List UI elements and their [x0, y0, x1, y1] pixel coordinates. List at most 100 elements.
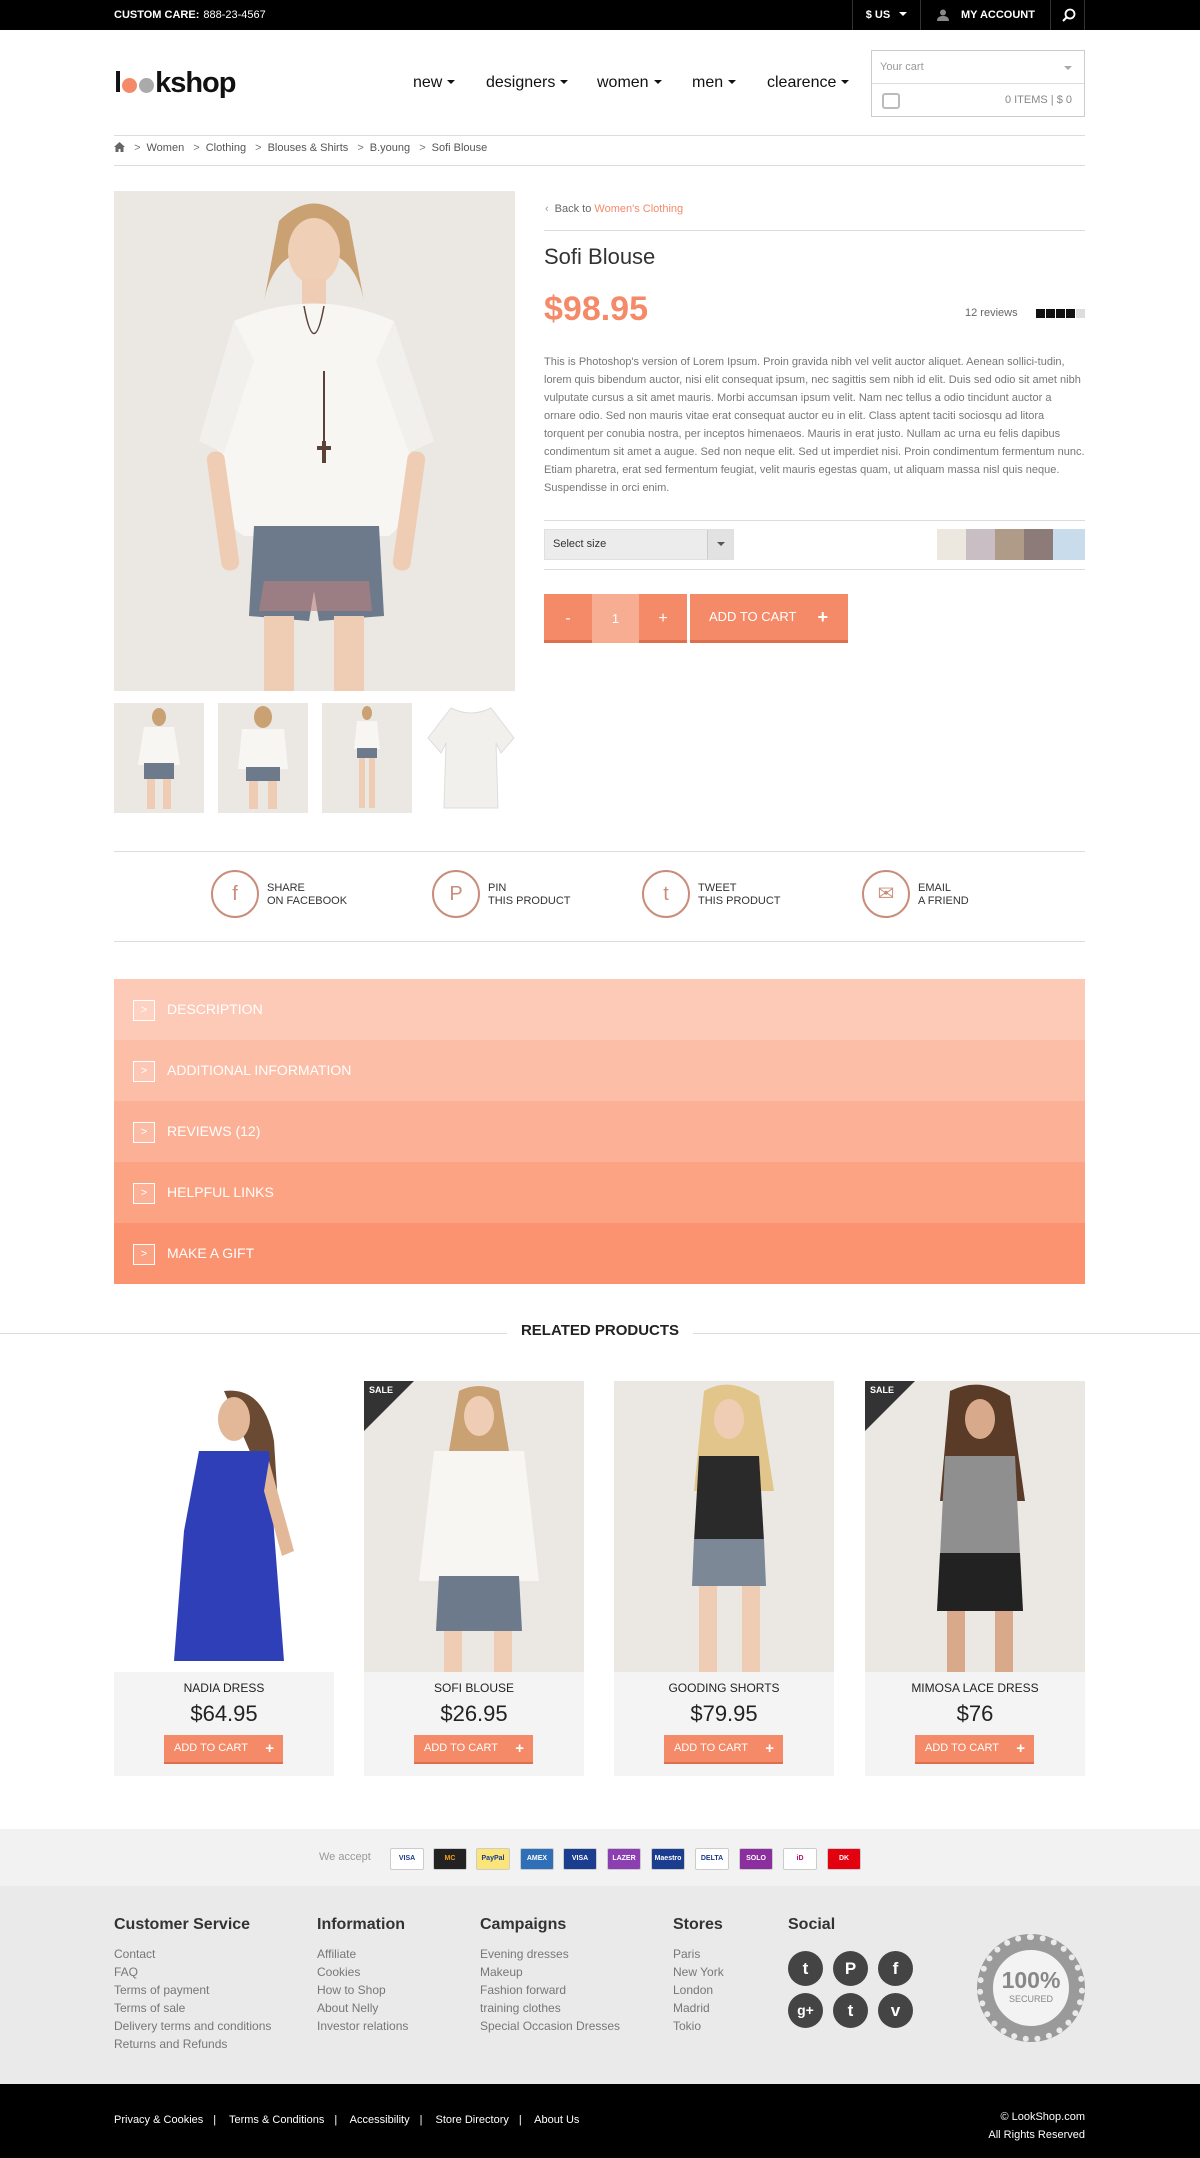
- back-link[interactable]: ‹ Back to Women's Clothing: [545, 203, 683, 215]
- footer-link[interactable]: Investor relations: [317, 2017, 408, 2035]
- facebook-icon[interactable]: f: [878, 1951, 913, 1986]
- care-phone[interactable]: 888-23-4567: [203, 9, 265, 21]
- nav-men[interactable]: men: [692, 74, 736, 92]
- accordion-additional-info[interactable]: > ADDITIONAL INFORMATION: [114, 1040, 1085, 1101]
- related-product-name[interactable]: SOFI BLOUSE: [364, 1681, 584, 1695]
- related-title: RELATED PRODUCTS: [0, 1322, 1200, 1339]
- color-swatch[interactable]: [966, 529, 995, 560]
- accordion-helpful-links[interactable]: > HELPFUL LINKS: [114, 1162, 1085, 1223]
- breadcrumb-item[interactable]: Blouses & Shirts: [268, 142, 349, 154]
- product-description: This is Photoshop's version of Lorem Ips…: [544, 356, 1085, 494]
- related-add-to-cart-button[interactable]: ADD TO CART +: [915, 1735, 1034, 1764]
- footer-link[interactable]: Contact: [114, 1945, 271, 1963]
- product-thumbnail[interactable]: [114, 703, 204, 813]
- twitter-icon[interactable]: t: [788, 1951, 823, 1986]
- add-to-cart-button[interactable]: ADD TO CART +: [690, 594, 848, 643]
- footer-column-social: Social: [788, 1916, 835, 1945]
- footer-link[interactable]: Madrid: [673, 1999, 724, 2017]
- rights-text: All Rights Reserved: [988, 2129, 1085, 2141]
- product-thumbnail[interactable]: [322, 703, 412, 813]
- back-category-link[interactable]: Women's Clothing: [594, 203, 683, 215]
- related-product-image[interactable]: [614, 1381, 834, 1672]
- search-button[interactable]: [1050, 0, 1085, 30]
- site-logo[interactable]: l kshop: [114, 67, 236, 100]
- related-product-image[interactable]: [114, 1381, 334, 1672]
- nav-women[interactable]: women: [597, 74, 662, 92]
- qty-increase-button[interactable]: +: [639, 594, 687, 643]
- bottom-link[interactable]: Terms & Conditions: [229, 2114, 324, 2126]
- my-account-link[interactable]: MY ACCOUNT: [920, 0, 1050, 30]
- qty-input[interactable]: 1: [592, 594, 639, 643]
- related-product-card[interactable]: SALE SOFI BLOUSE $26.95 ADD TO CART +: [364, 1381, 584, 1776]
- qty-decrease-button[interactable]: -: [544, 594, 592, 643]
- footer-link[interactable]: Evening dresses: [480, 1945, 620, 1963]
- footer-link[interactable]: Terms of payment: [114, 1981, 271, 1999]
- related-product-name[interactable]: GOODING SHORTS: [614, 1681, 834, 1695]
- breadcrumb-item[interactable]: Clothing: [206, 142, 246, 154]
- copyright: © LookShop.com All Rights Reserved: [988, 2108, 1085, 2144]
- footer-link[interactable]: Makeup: [480, 1963, 620, 1981]
- footer-link[interactable]: Delivery terms and conditions: [114, 2017, 271, 2035]
- reviews-link[interactable]: 12 reviews: [965, 307, 1018, 319]
- size-select[interactable]: Select size: [544, 529, 734, 560]
- vimeo-icon[interactable]: v: [878, 1993, 913, 2028]
- footer-link[interactable]: New York: [673, 1963, 724, 1981]
- user-icon: [937, 9, 949, 21]
- footer-link[interactable]: Fashion forward: [480, 1981, 620, 1999]
- breadcrumb-item[interactable]: B.young: [370, 142, 410, 154]
- bottom-link[interactable]: Store Directory: [436, 2114, 509, 2126]
- bottom-link[interactable]: Accessibility: [350, 2114, 410, 2126]
- color-swatch[interactable]: [1024, 529, 1053, 560]
- rating-segment: [1066, 309, 1075, 318]
- nav-clearence[interactable]: clearence: [767, 74, 849, 92]
- related-product-name[interactable]: MIMOSA LACE DRESS: [865, 1681, 1085, 1695]
- color-swatch[interactable]: [1053, 529, 1085, 560]
- color-swatch[interactable]: [937, 529, 966, 560]
- cart-widget[interactable]: Your cart 0 ITEMS | $ 0: [871, 50, 1085, 117]
- footer-link[interactable]: training clothes: [480, 1999, 620, 2017]
- tumblr-icon[interactable]: t: [833, 1993, 868, 2028]
- product-thumbnail[interactable]: [218, 703, 308, 813]
- accordion-label: HELPFUL LINKS: [167, 1184, 274, 1200]
- footer-link[interactable]: Special Occasion Dresses: [480, 2017, 620, 2035]
- footer-link[interactable]: About Nelly: [317, 1999, 408, 2017]
- footer-link[interactable]: Affiliate: [317, 1945, 408, 1963]
- product-main-image[interactable]: [114, 191, 515, 691]
- related-product-name[interactable]: NADIA DRESS: [114, 1681, 334, 1695]
- related-product-card[interactable]: SALE MIMOSA LACE DRESS $76 ADD TO CART +: [865, 1381, 1085, 1776]
- footer-link[interactable]: FAQ: [114, 1963, 271, 1981]
- footer-link[interactable]: London: [673, 1981, 724, 1999]
- nav-new[interactable]: new: [413, 74, 455, 92]
- pinterest-icon[interactable]: P: [833, 1951, 868, 1986]
- breadcrumb-item[interactable]: Women: [147, 142, 185, 154]
- related-product-card[interactable]: NADIA DRESS $64.95 ADD TO CART +: [114, 1381, 334, 1776]
- accordion-description[interactable]: > DESCRIPTION: [114, 979, 1085, 1040]
- footer-link[interactable]: Terms of sale: [114, 1999, 271, 2017]
- footer-link[interactable]: Paris: [673, 1945, 724, 1963]
- thumbnail-photo: [426, 703, 516, 813]
- accordion-reviews[interactable]: > REVIEWS (12): [114, 1101, 1085, 1162]
- chevron-right-icon: >: [133, 1000, 155, 1021]
- footer-link[interactable]: Returns and Refunds: [114, 2035, 271, 2053]
- footer-link[interactable]: How to Shop: [317, 1981, 408, 1999]
- color-swatch[interactable]: [995, 529, 1024, 560]
- bottom-link[interactable]: Privacy & Cookies: [114, 2114, 203, 2126]
- bottom-bar: Privacy & Cookies | Terms & Conditions | A…: [0, 2084, 1200, 2158]
- currency-selector[interactable]: $ US: [852, 0, 920, 30]
- home-icon[interactable]: [114, 142, 125, 152]
- google-plus-icon[interactable]: g+: [788, 1993, 823, 2028]
- related-product-card[interactable]: GOODING SHORTS $79.95 ADD TO CART +: [614, 1381, 834, 1776]
- related-product-price: $64.95: [190, 1701, 258, 1726]
- nav-designers[interactable]: designers: [486, 74, 568, 92]
- related-add-to-cart-button[interactable]: ADD TO CART +: [664, 1735, 783, 1764]
- payment-methods: We accept VISA MC PayPal AMEX VISA LAZER…: [0, 1829, 1200, 1886]
- bottom-link[interactable]: About Us: [534, 2114, 579, 2126]
- footer-link[interactable]: Cookies: [317, 1963, 408, 1981]
- chevron-right-icon: >: [133, 1244, 155, 1265]
- product-thumbnail[interactable]: [426, 703, 516, 813]
- accordion-make-gift[interactable]: > MAKE A GIFT: [114, 1223, 1085, 1284]
- cart-label[interactable]: Your cart: [872, 51, 1084, 84]
- related-add-to-cart-button[interactable]: ADD TO CART +: [164, 1735, 283, 1764]
- related-add-to-cart-button[interactable]: ADD TO CART +: [414, 1735, 533, 1764]
- footer-link[interactable]: Tokio: [673, 2017, 724, 2035]
